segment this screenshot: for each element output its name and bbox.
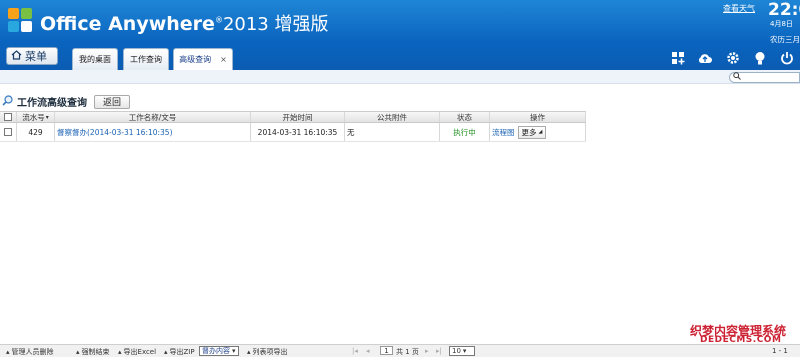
header-attachments[interactable]: 公共附件: [345, 112, 440, 122]
header-serial[interactable]: 流水号 ▾: [17, 112, 55, 122]
cloud-up-icon[interactable]: [697, 50, 713, 66]
work-name-link[interactable]: 督察督办(2014-03-31 16:10:35): [57, 127, 173, 138]
tab-label: 工作查询: [130, 55, 162, 64]
more-label: 更多: [521, 127, 537, 137]
brand-title: Office Anywhere®2013 增强版: [40, 13, 329, 35]
header-label: 工作名称/文号: [128, 112, 177, 122]
sort-arrow-icon: ▾: [45, 113, 49, 121]
dropdown-arrow-icon: ◢: [538, 129, 543, 135]
header-label: 开始时间: [282, 112, 313, 122]
first-page-icon[interactable]: |◂: [352, 347, 358, 355]
tab-desktop[interactable]: 我的桌面: [72, 48, 118, 70]
list-export-button[interactable]: ▴ 列表项导出: [247, 347, 288, 357]
page-header: 工作流高级查询 返回: [2, 94, 130, 109]
apps-icon[interactable]: [670, 50, 686, 66]
prev-page-icon[interactable]: ◂: [366, 347, 370, 355]
export-zip-label: 导出ZIP: [169, 348, 195, 356]
header-label: 状态: [457, 112, 472, 122]
page-number-value: 1: [380, 346, 393, 355]
record-range: 1 - 1: [772, 347, 788, 355]
last-page-icon[interactable]: ▸|: [436, 347, 442, 355]
delete-button[interactable]: ▴ 管理人员删除: [6, 347, 54, 357]
table-header: 流水号 ▾ 工作名称/文号 开始时间 公共附件 状态 操作: [0, 111, 586, 123]
flowchart-link[interactable]: 流程图: [492, 127, 515, 138]
force-end-button[interactable]: ▴ 强制结束: [76, 347, 110, 357]
header-label: 公共附件: [377, 112, 407, 122]
row-select-cell: [0, 123, 17, 141]
header-label: 操作: [530, 112, 545, 122]
app-header: Office Anywhere®2013 增强版 查看天气 22:0 4月8日 …: [0, 0, 800, 70]
list-export-icon: ▴: [247, 348, 251, 356]
page-size-value: 10: [452, 347, 461, 355]
cell-attachments: 无: [345, 123, 440, 141]
tab-work-query[interactable]: 工作查询: [123, 48, 169, 70]
cell-serial: 429: [17, 123, 55, 141]
cell-status: 执行中: [440, 123, 490, 141]
power-icon[interactable]: [779, 50, 795, 66]
export-excel-button[interactable]: ▴ 导出Excel: [118, 347, 156, 357]
next-page-icon[interactable]: ▸: [425, 347, 429, 355]
main-menu-button[interactable]: 菜单: [6, 47, 58, 65]
zip-icon: ▴: [164, 348, 168, 356]
select-arrow-icon: ▾: [462, 347, 467, 355]
list-export-label: 列表项导出: [252, 348, 288, 356]
tab-label: 高级查询: [179, 55, 212, 64]
office-logo-icon: [7, 7, 33, 33]
cell-name: 督察督办(2014-03-31 16:10:35): [55, 123, 251, 141]
back-button[interactable]: 返回: [94, 94, 130, 109]
header-actions: 操作: [490, 112, 586, 122]
header-status[interactable]: 状态: [440, 112, 490, 122]
header-start-time[interactable]: 开始时间: [251, 112, 345, 122]
select-all-checkbox[interactable]: [4, 113, 12, 121]
page-number-input[interactable]: 1: [380, 346, 393, 355]
tab-label: 我的桌面: [79, 55, 111, 64]
tab-advanced-query[interactable]: 高级查询 ×: [173, 48, 233, 70]
clock: 22:0: [768, 0, 800, 20]
cell-start-time: 2014-03-31 16:10:35: [251, 123, 345, 141]
zip-option-label: 督办内容: [202, 347, 230, 355]
date-display: 4月8日: [770, 20, 793, 28]
sub-toolbar: [0, 70, 800, 84]
select-all-cell: [0, 112, 17, 122]
status-text: 执行中: [453, 127, 476, 137]
search-icon: [733, 72, 741, 82]
gear-icon[interactable]: [725, 50, 741, 66]
page-size-select[interactable]: 10 ▾: [449, 346, 475, 356]
zip-content-select[interactable]: 督办内容 ▾: [199, 346, 239, 356]
lunar-date: 农历三月: [770, 35, 800, 44]
select-arrow-icon: ▾: [232, 347, 236, 355]
header-label: 流水号: [22, 112, 45, 122]
stop-icon: ▴: [76, 348, 80, 356]
weather-link[interactable]: 查看天气: [723, 3, 755, 14]
delete-label: 管理人员删除: [11, 348, 54, 356]
home-icon: [11, 49, 22, 63]
header-name[interactable]: 工作名称/文号: [55, 112, 251, 122]
footer-toolbar: ▴ 管理人员删除 ▴ 强制结束 ▴ 导出Excel ▴ 导出ZIP 督办内容 ▾ ▴ 列表项…: [0, 344, 800, 357]
page-total: 共 1 页: [396, 348, 419, 356]
force-end-label: 强制结束: [81, 348, 110, 356]
table-row[interactable]: 429 督察督办(2014-03-31 16:10:35) 2014-03-31…: [0, 123, 586, 142]
page-title: 工作流高级查询: [17, 98, 87, 109]
row-checkbox[interactable]: [4, 128, 12, 136]
export-zip-button[interactable]: ▴ 导出ZIP: [164, 347, 195, 357]
results-table: 流水号 ▾ 工作名称/文号 开始时间 公共附件 状态 操作 429 督察督办(2…: [0, 111, 586, 142]
delete-icon: ▴: [6, 348, 10, 356]
menu-label: 菜单: [25, 50, 47, 63]
lightbulb-icon[interactable]: [752, 50, 768, 66]
cell-actions: 流程图 更多 ◢: [490, 123, 586, 141]
more-button[interactable]: 更多 ◢: [517, 125, 547, 139]
watermark-logo: 织梦内容管理系统 DEDECMS.COM: [690, 322, 800, 345]
tab-close-icon[interactable]: ×: [220, 55, 227, 64]
search-icon: [2, 95, 13, 108]
search-input[interactable]: [729, 72, 800, 83]
export-excel-label: 导出Excel: [123, 348, 157, 356]
excel-icon: ▴: [118, 348, 122, 356]
